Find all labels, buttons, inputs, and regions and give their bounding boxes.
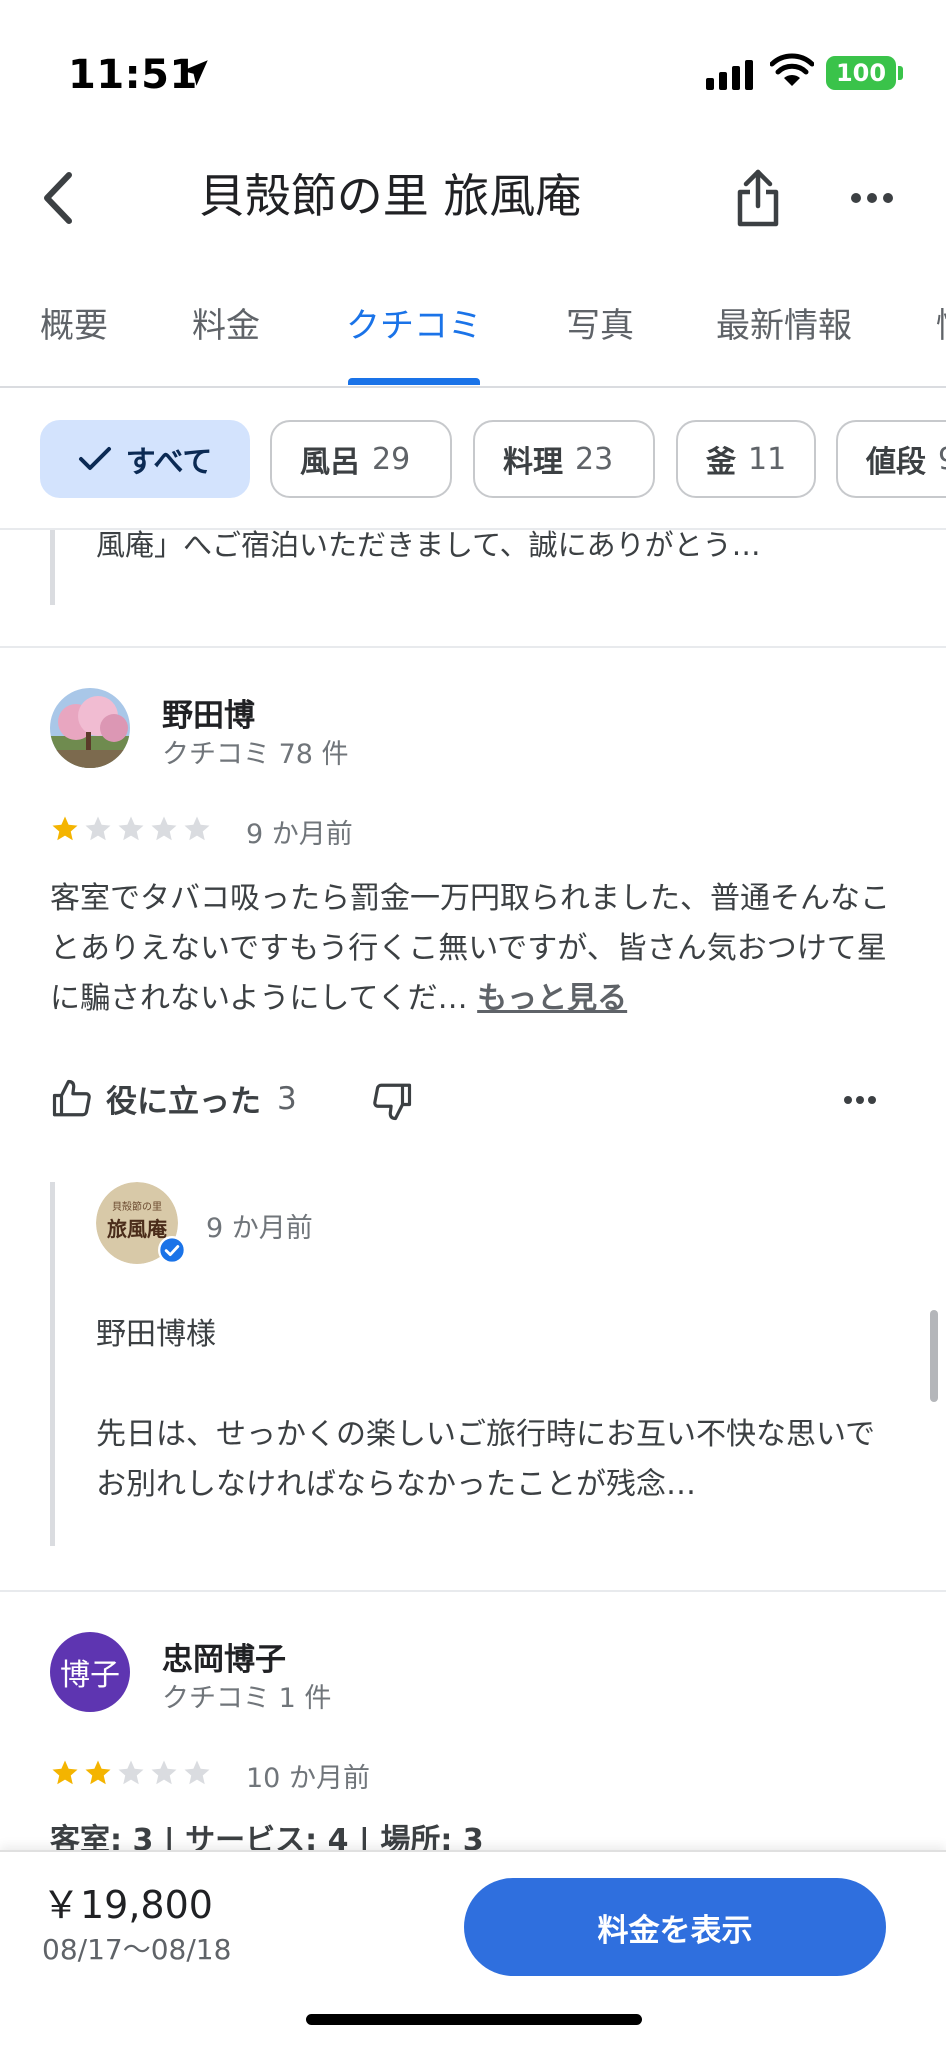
helpful-button[interactable]: 役に立った 3 [50,1076,297,1121]
review-body: 客室でタバコ吸ったら罰金一万円取られました、普通そんなことありえないですもう行く… [50,881,890,1016]
star-rating [50,814,212,844]
location-arrow-icon [182,60,208,86]
reply-border [50,1182,55,1546]
helpful-label: 役に立った [106,1084,261,1120]
filter-chip-count: 23 [575,441,614,477]
filter-chip-price[interactable]: 値段 9 [836,420,946,498]
reply-salutation: 野田博様 [96,1317,216,1352]
svg-text:貝殻節の里: 貝殻節の里 [112,1200,162,1213]
filter-chip-kama[interactable]: 釜 11 [676,420,816,498]
star-icon [85,816,111,841]
filter-chip-label: 値段 [866,445,926,480]
avatar-photo [50,688,130,768]
star-rating [50,1758,212,1788]
filter-chip-label: 風呂 [300,445,360,480]
filter-chip-label: 釜 [706,445,736,480]
tab-updates[interactable]: 最新情報 [716,290,852,362]
review-separator [0,1590,946,1592]
filter-chip-label: すべて [125,445,213,480]
reply-text: 先日は、せっかくの楽しいご旅行時にお互い不快な思いでお別れしなければならなかった… [96,1417,876,1502]
chevron-left-icon [44,172,72,224]
active-tab-indicator [348,378,480,385]
star-icon [184,1760,210,1785]
back-button[interactable] [30,160,86,236]
more-horizontal-icon [851,193,893,203]
star-icon [151,816,177,841]
battery-indicator: 100 [826,56,896,90]
check-icon [78,447,111,470]
filter-chip-all[interactable]: すべて [40,420,250,498]
tab-prices[interactable]: 料金 [192,290,260,362]
star-icon [151,1760,177,1785]
previous-reply-text: 風庵」へご宿泊いただきまして、誠にありがとう… [96,528,761,562]
star-icon [118,816,144,841]
reviewer-avatar[interactable] [50,688,130,768]
price: ￥19,800 [42,1883,213,1927]
reviewer-avatar[interactable]: 博子 [50,1632,130,1712]
tab-overview[interactable]: 概要 [40,290,108,362]
filter-chip-count: 29 [372,441,411,477]
read-more-link[interactable]: もっと見る [477,981,627,1016]
review-time: 9 か月前 [246,819,353,850]
star-icon [184,816,210,841]
scrollbar-thumb[interactable] [930,1310,938,1402]
review-text: 客室でタバコ吸ったら罰金一万円取られました、普通そんなことありえないですもう行く… [50,874,910,1024]
reviewer-review-count: クチコミ 78 件 [162,739,349,770]
review-time: 10 か月前 [246,1763,370,1794]
verified-badge-icon [158,1236,186,1264]
star-icon [52,1760,78,1785]
stay-dates[interactable]: 08/17〜08/18 [42,1928,231,1968]
cellular-signal-icon [706,58,753,90]
helpful-count: 3 [277,1080,297,1117]
tab-info[interactable]: 情 [936,290,946,362]
thumbs-up-icon [52,1079,91,1116]
filter-chip-food[interactable]: 料理 23 [473,420,655,498]
filter-chip-bath[interactable]: 風呂 29 [270,420,452,498]
home-indicator [306,2014,642,2025]
reviewer-name[interactable]: 忠岡博子 [162,1634,286,1679]
tab-bar: 概要 料金 クチコミ 写真 最新情報 情 [0,290,946,386]
reply-border [50,530,55,605]
reviewer-review-count: クチコミ 1 件 [162,1683,332,1714]
show-prices-button[interactable]: 料金を表示 [464,1878,886,1976]
reply-time: 9 か月前 [206,1213,313,1244]
more-horizontal-icon [844,1096,876,1104]
star-icon [118,1760,144,1785]
battery-tip [898,66,903,80]
filter-chip-count: 9 [938,442,946,477]
share-icon [737,169,779,227]
review-more-options-button[interactable] [844,1090,888,1114]
star-icon [85,1760,111,1785]
tabs-divider [0,386,946,388]
filter-chip-label: 料理 [503,445,563,480]
share-button[interactable] [726,162,790,234]
page-title: 貝殻節の里 旅風庵 [198,169,582,223]
wifi-icon [770,53,814,86]
filter-chip-count: 11 [748,441,787,477]
review-separator [0,646,946,648]
reviewer-name[interactable]: 野田博 [162,690,255,735]
not-helpful-button[interactable] [370,1080,420,1130]
tab-photos[interactable]: 写真 [566,290,634,362]
thumbs-down-icon [373,1083,412,1121]
more-options-button[interactable] [840,170,904,226]
tab-reviews[interactable]: クチコミ [346,290,482,362]
star-icon [52,816,78,841]
